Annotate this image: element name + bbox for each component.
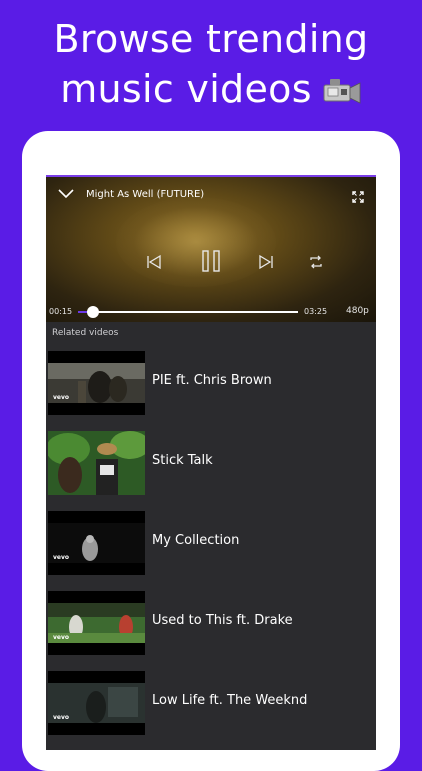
video-thumbnail[interactable]: vevo (48, 671, 145, 735)
vevo-badge: vevo (53, 714, 70, 721)
video-player[interactable]: Might As Well (FUTURE) 00:15 03:25 480p (46, 175, 376, 322)
seek-bar[interactable] (78, 306, 298, 318)
video-camera-icon (322, 67, 362, 117)
list-item[interactable]: vevo PIE ft. Chris Brown (46, 351, 376, 423)
list-item[interactable]: vevo Low Life ft. The Weeknd (46, 671, 376, 743)
app-screen: Might As Well (FUTURE) 00:15 03:25 480p … (46, 175, 376, 750)
previous-icon[interactable] (146, 254, 162, 270)
list-item[interactable]: Stick Talk (46, 431, 376, 503)
video-thumbnail[interactable]: vevo (48, 591, 145, 655)
next-icon[interactable] (258, 254, 274, 270)
headline-line-2: music videos (60, 67, 312, 111)
quality-selector[interactable]: 480p (346, 306, 369, 316)
video-thumbnail[interactable] (48, 431, 145, 495)
video-title: Used to This ft. Drake (152, 613, 293, 628)
repeat-icon[interactable] (308, 254, 324, 270)
list-item[interactable]: vevo Used to This ft. Drake (46, 591, 376, 663)
pause-icon[interactable] (202, 250, 220, 272)
vevo-badge: vevo (53, 634, 70, 641)
vevo-badge: vevo (53, 554, 70, 561)
total-time: 03:25 (304, 307, 328, 316)
list-item[interactable]: vevo My Collection (46, 511, 376, 583)
video-frame (116, 197, 276, 287)
fullscreen-icon[interactable] (352, 191, 364, 203)
chevron-down-icon[interactable] (58, 189, 74, 199)
thumbnail-image (48, 431, 145, 495)
marketing-headline: Browse trending music videos (0, 14, 422, 117)
video-title: PIE ft. Chris Brown (152, 373, 272, 388)
related-videos-heading: Related videos (52, 328, 119, 338)
now-playing-title: Might As Well (FUTURE) (86, 189, 205, 200)
vevo-badge: vevo (53, 394, 70, 401)
video-title: My Collection (152, 533, 240, 548)
current-time: 00:15 (49, 307, 73, 316)
video-thumbnail[interactable]: vevo (48, 351, 145, 415)
headline-line-1: Browse trending (53, 17, 369, 61)
video-title: Stick Talk (152, 453, 213, 468)
video-thumbnail[interactable]: vevo (48, 511, 145, 575)
seek-bar-thumb[interactable] (87, 306, 100, 318)
video-title: Low Life ft. The Weeknd (152, 693, 308, 708)
